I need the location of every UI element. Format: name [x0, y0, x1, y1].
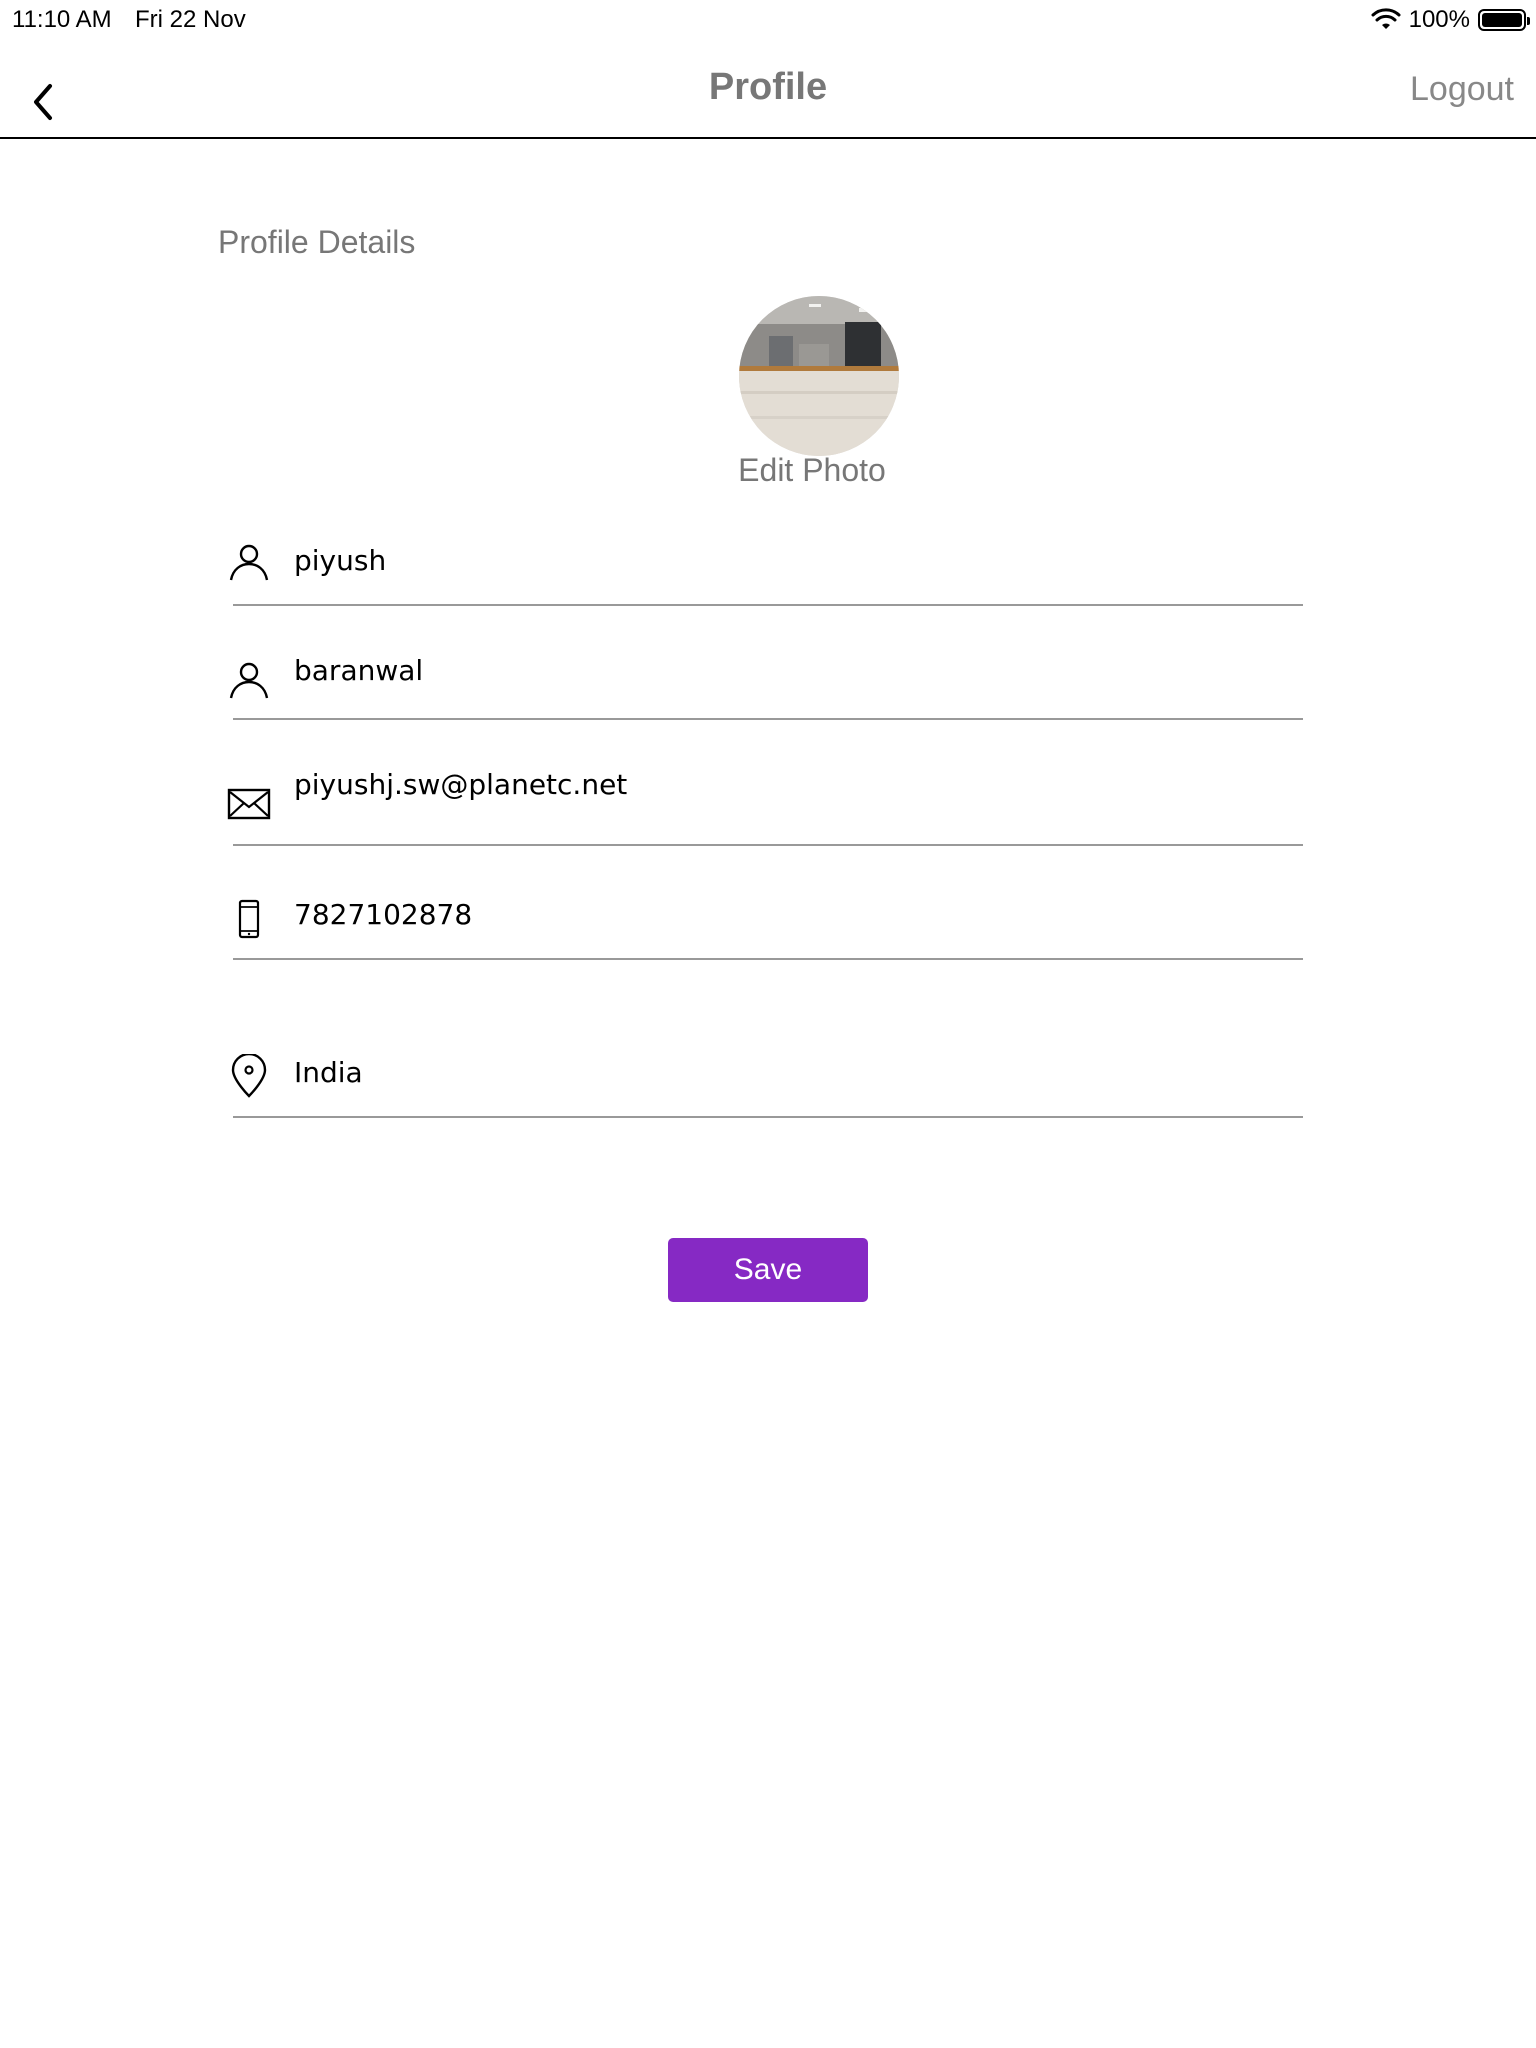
profile-photo — [739, 296, 899, 456]
logout-button[interactable]: Logout — [1410, 70, 1514, 109]
email-input[interactable] — [294, 764, 1274, 804]
wifi-icon — [1371, 8, 1401, 29]
save-button[interactable]: Save — [668, 1238, 868, 1302]
status-time: 11:10 AM — [12, 6, 112, 33]
status-indicators: 100% — [1371, 6, 1530, 34]
page-title: Profile — [708, 66, 828, 108]
mobile-phone-icon — [238, 899, 260, 939]
first-name-field — [229, 536, 1303, 606]
status-date: Fri 22 Nov — [135, 6, 246, 33]
status-bar: 11:10 AM Fri 22 Nov 100% — [0, 0, 1536, 40]
country-input[interactable] — [294, 1052, 1274, 1092]
battery-icon — [1478, 9, 1530, 31]
last-name-field — [229, 650, 1303, 720]
edit-photo-button[interactable]: Edit Photo — [712, 452, 912, 489]
email-field — [227, 762, 1303, 846]
location-pin-icon — [231, 1054, 267, 1098]
user-icon — [229, 544, 269, 581]
navigation-bar: Profile Logout — [0, 40, 1536, 139]
country-field — [231, 1036, 1303, 1118]
last-name-input[interactable] — [294, 650, 1274, 690]
battery-percentage: 100% — [1408, 6, 1470, 33]
avatar[interactable] — [739, 296, 899, 456]
envelope-icon — [227, 788, 271, 820]
phone-field — [233, 888, 1303, 960]
section-title: Profile Details — [218, 224, 416, 260]
user-icon — [229, 662, 269, 699]
phone-input[interactable] — [294, 894, 1274, 934]
first-name-input[interactable] — [294, 540, 1274, 580]
